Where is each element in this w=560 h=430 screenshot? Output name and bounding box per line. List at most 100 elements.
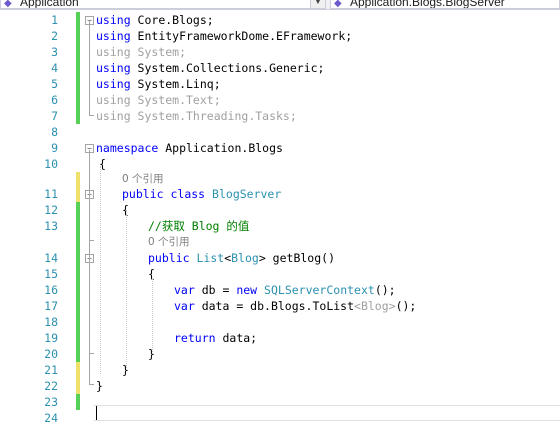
change-indicator bbox=[76, 218, 80, 234]
line-number: 9 bbox=[51, 141, 58, 155]
code-token: using bbox=[96, 77, 131, 91]
line-number: 13 bbox=[44, 219, 58, 233]
code-line[interactable]: using System.Threading.Tasks; bbox=[96, 108, 297, 124]
code-line[interactable]: using System.Linq; bbox=[96, 76, 221, 92]
code-line[interactable]: public class BlogServer bbox=[122, 186, 281, 202]
line-number: 14 bbox=[44, 251, 58, 265]
change-indicator bbox=[76, 250, 80, 266]
code-line[interactable]: using EntityFrameworkDome.EFramework; bbox=[96, 28, 352, 44]
line-number: 7 bbox=[51, 109, 58, 123]
code-token: using bbox=[96, 13, 131, 27]
code-token: System.Collections.Generic; bbox=[130, 61, 325, 75]
project-dropdown[interactable]: ◆ Application ▼ bbox=[0, 0, 326, 9]
type-dropdown[interactable]: ◆ Application.Blogs.BlogServer bbox=[330, 0, 560, 9]
class-icon: ◆ bbox=[334, 0, 342, 9]
code-token: using bbox=[96, 61, 131, 75]
change-indicator bbox=[76, 378, 80, 394]
change-indicator bbox=[76, 234, 80, 250]
outline-line bbox=[89, 264, 90, 353]
line-number: 21 bbox=[44, 363, 58, 377]
change-indicator bbox=[76, 12, 80, 28]
code-token: using System.Threading.Tasks; bbox=[96, 109, 297, 123]
line-number: 2 bbox=[51, 29, 58, 43]
change-indicator bbox=[76, 186, 80, 202]
code-line[interactable]: namespace Application.Blogs bbox=[96, 140, 283, 156]
change-indicator bbox=[76, 172, 80, 186]
code-token: class bbox=[170, 187, 206, 201]
code-token: db = bbox=[194, 283, 237, 297]
outline-end bbox=[89, 384, 94, 385]
line-number: 5 bbox=[51, 77, 58, 91]
change-indicator bbox=[76, 44, 80, 60]
chevron-down-icon[interactable]: ▼ bbox=[310, 0, 325, 8]
line-number: 6 bbox=[51, 93, 58, 107]
change-indicator bbox=[76, 76, 80, 92]
line-number: 15 bbox=[44, 267, 58, 281]
line-number: 17 bbox=[44, 299, 58, 313]
code-line[interactable]: var db = new SQLServerContext(); bbox=[174, 282, 396, 298]
line-number: 8 bbox=[51, 125, 58, 139]
change-indicator bbox=[76, 298, 80, 314]
code-line[interactable]: return data; bbox=[174, 330, 257, 346]
text-cursor bbox=[96, 406, 97, 420]
outline-end bbox=[89, 115, 94, 116]
line-number: 10 bbox=[44, 157, 58, 171]
code-token: System.Linq; bbox=[130, 77, 221, 91]
line-number: 24 bbox=[44, 411, 58, 425]
code-token: using bbox=[96, 29, 131, 43]
current-line-highlight bbox=[94, 405, 560, 421]
line-number: 18 bbox=[44, 315, 58, 329]
line-number: 3 bbox=[51, 45, 58, 59]
code-token: data; bbox=[215, 331, 258, 345]
code-token: (); bbox=[374, 283, 396, 297]
line-number: 4 bbox=[51, 61, 58, 75]
type-dropdown-label: Application.Blogs.BlogServer bbox=[350, 0, 505, 9]
code-token: <Blog> bbox=[354, 299, 396, 313]
code-token: //获取 Blog 的值 bbox=[148, 219, 250, 233]
codelens-references[interactable]: 0 个引用 bbox=[122, 172, 164, 186]
line-number: 19 bbox=[44, 331, 58, 345]
line-number: 20 bbox=[44, 347, 58, 361]
code-token: Core.Blogs; bbox=[130, 13, 214, 27]
change-indicator bbox=[76, 330, 80, 346]
code-token: var bbox=[174, 283, 195, 297]
code-line[interactable]: using System; bbox=[96, 44, 186, 60]
change-indicator bbox=[76, 202, 80, 218]
codelens-references[interactable]: 0 个引用 bbox=[148, 235, 190, 249]
code-token: public bbox=[122, 187, 164, 201]
code-line[interactable]: using System.Collections.Generic; bbox=[96, 60, 325, 76]
change-indicator bbox=[76, 346, 80, 362]
code-line[interactable]: using Core.Blogs; bbox=[96, 12, 214, 28]
outline-end bbox=[89, 240, 94, 241]
change-indicator bbox=[76, 108, 80, 124]
line-number: 23 bbox=[44, 395, 58, 409]
change-indicator bbox=[76, 60, 80, 76]
code-token: new bbox=[236, 283, 258, 297]
code-token: } bbox=[96, 379, 103, 393]
change-indicator bbox=[76, 28, 80, 44]
change-indicator bbox=[76, 266, 80, 282]
code-line[interactable]: } bbox=[96, 378, 103, 394]
indent-guide bbox=[100, 166, 101, 374]
indent-guide bbox=[126, 210, 127, 370]
code-line[interactable]: public List<Blog> getBlog() bbox=[148, 250, 335, 266]
code-token: (); bbox=[395, 299, 417, 313]
code-token: EntityFrameworkDome.EFramework; bbox=[130, 29, 353, 43]
code-line[interactable]: //获取 Blog 的值 bbox=[148, 218, 249, 234]
code-line[interactable]: using System.Text; bbox=[96, 92, 221, 108]
code-token: return bbox=[174, 331, 216, 345]
change-indicator bbox=[76, 92, 80, 108]
line-number: 1 bbox=[51, 13, 58, 27]
code-token: namespace bbox=[96, 141, 159, 155]
project-dropdown-label: Application bbox=[20, 0, 79, 9]
line-number: 11 bbox=[44, 187, 58, 201]
csharp-project-icon: ◆ bbox=[4, 0, 12, 9]
code-token: data = db.Blogs.ToList bbox=[194, 299, 355, 313]
code-line[interactable]: var data = db.Blogs.ToList<Blog>(); bbox=[174, 298, 416, 314]
line-number: 12 bbox=[44, 203, 58, 217]
code-token: using System.Text; bbox=[96, 93, 221, 107]
code-token: List bbox=[196, 251, 225, 265]
code-token: > getBlog() bbox=[258, 251, 335, 265]
